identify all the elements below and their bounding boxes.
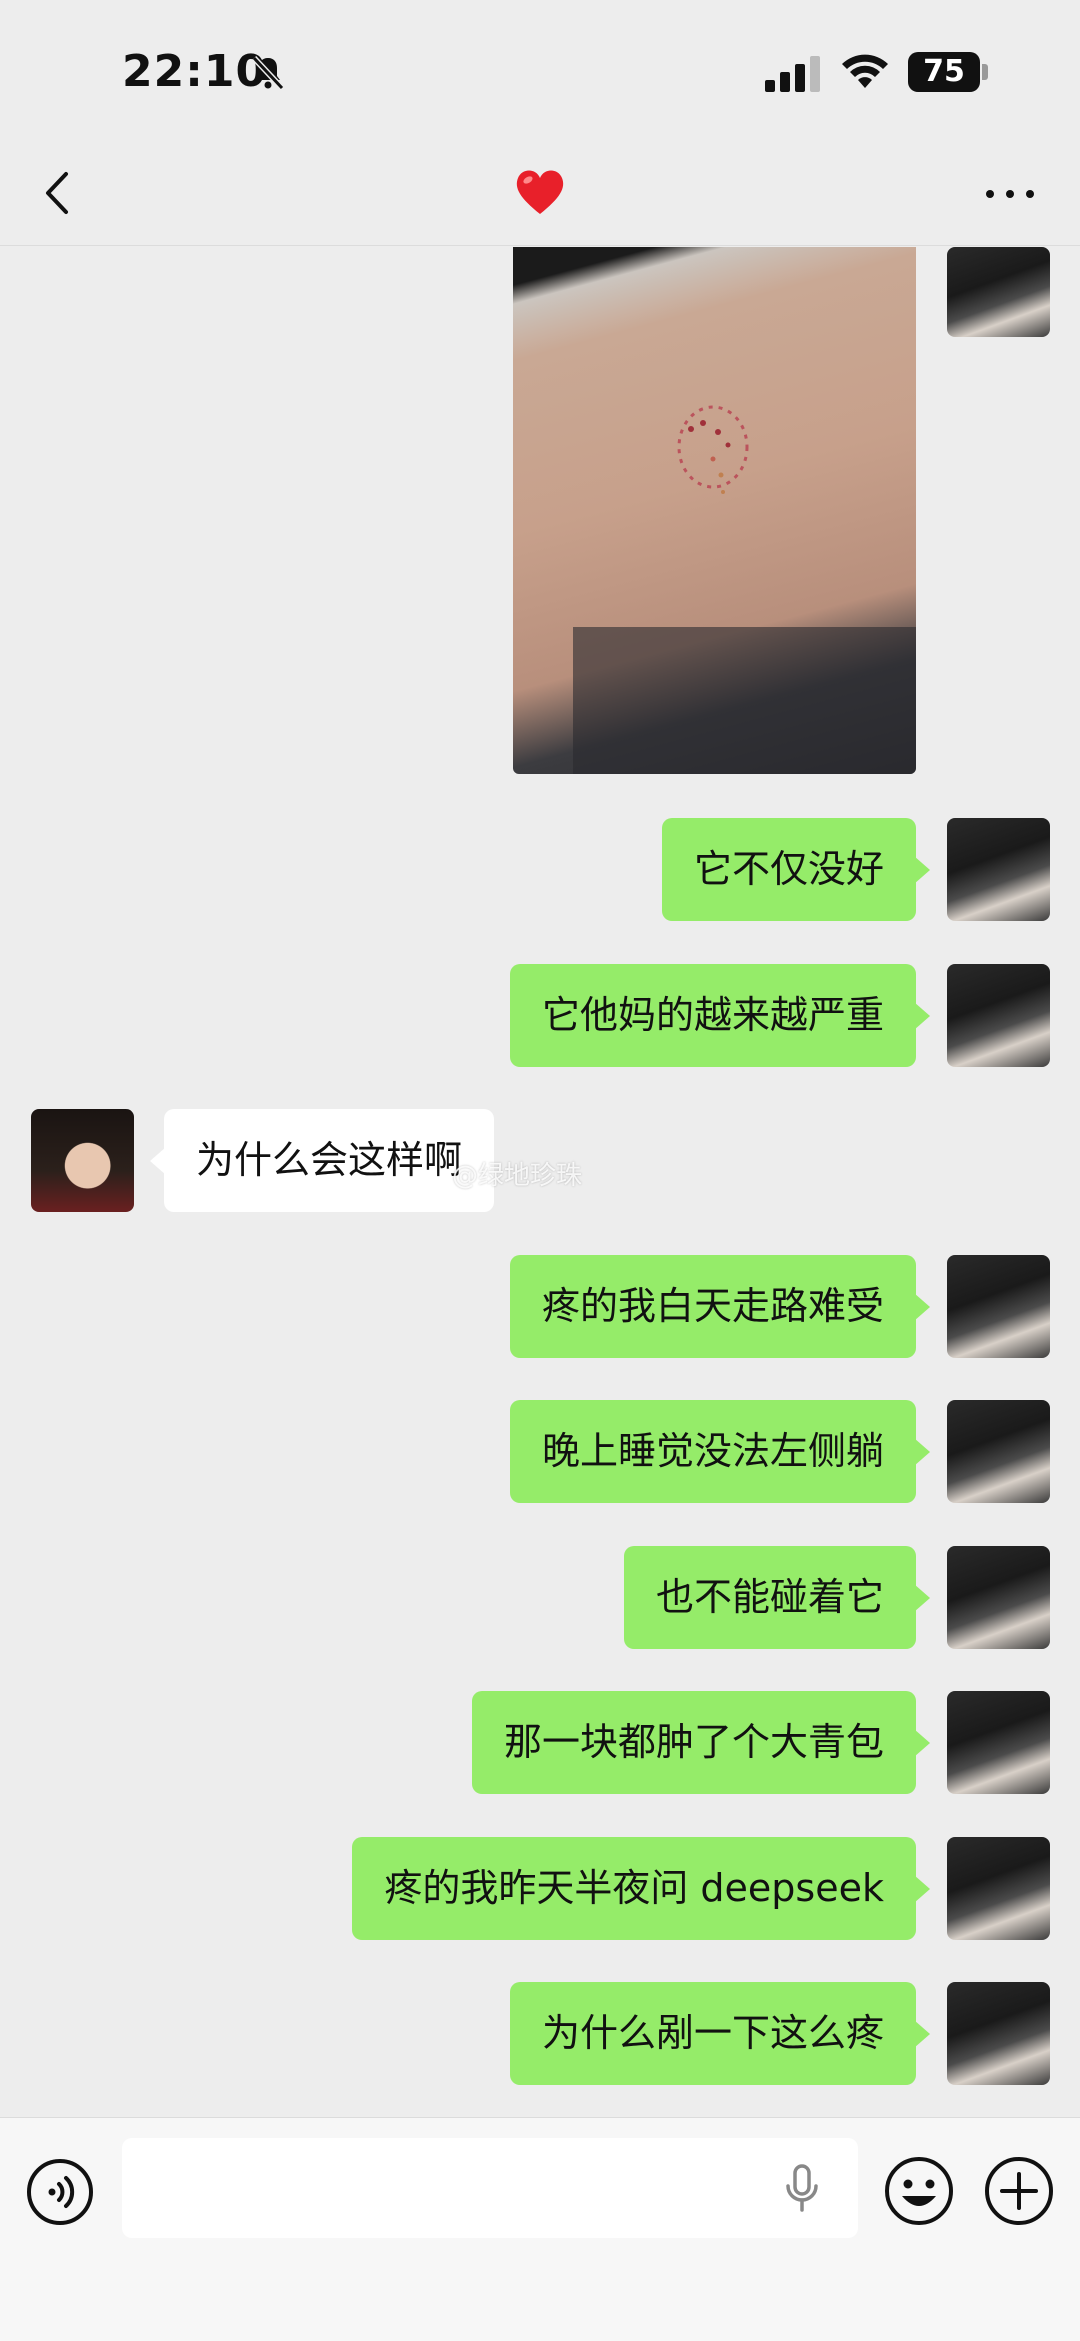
red-heart-icon <box>516 170 564 214</box>
contact-avatar[interactable] <box>31 1109 134 1212</box>
message-input[interactable] <box>122 2138 858 2238</box>
status-time: 22:10 <box>122 46 268 97</box>
battery-cap <box>982 64 988 80</box>
ellipsis-icon[interactable] <box>980 184 1040 204</box>
my-avatar[interactable] <box>947 1982 1050 2085</box>
image-message[interactable] <box>513 247 916 774</box>
plus-icon[interactable] <box>984 2156 1054 2226</box>
sent-message-bubble[interactable]: 也不能碰着它 <box>623 1546 931 1649</box>
my-avatar[interactable] <box>947 1546 1050 1649</box>
sent-message-bubble[interactable]: 疼的我昨天半夜问 deepseek <box>352 1837 930 1940</box>
chat-input-bar <box>0 2117 1080 2341</box>
wifi-icon <box>842 54 888 88</box>
sent-message-bubble[interactable]: 疼的我白天走路难受 <box>509 1255 931 1358</box>
status-bar: 22:10 75 <box>0 0 1080 140</box>
battery-indicator: 75 <box>908 52 980 92</box>
my-avatar[interactable] <box>947 247 1050 337</box>
sent-message-bubble[interactable]: 晚上睡觉没法左侧躺 <box>509 1400 931 1503</box>
voice-mode-icon[interactable] <box>26 2158 94 2226</box>
received-message-bubble[interactable]: 为什么会这样啊 <box>149 1109 495 1212</box>
bell-muted-icon <box>251 55 285 91</box>
chat-nav-bar <box>0 140 1080 246</box>
microphone-icon[interactable] <box>784 2164 820 2214</box>
cellular-signal-icon <box>765 56 820 92</box>
sent-message-bubble[interactable]: 它他妈的越来越严重 <box>509 964 931 1067</box>
sent-message-bubble[interactable]: 那一块都肿了个大青包 <box>471 1691 931 1794</box>
my-avatar[interactable] <box>947 1691 1050 1794</box>
emoji-icon[interactable] <box>884 2156 954 2226</box>
my-avatar[interactable] <box>947 964 1050 1067</box>
my-avatar[interactable] <box>947 1837 1050 1940</box>
sent-message-bubble[interactable]: 为什么剐一下这么疼 <box>509 1982 931 2085</box>
watermark: @绿地珍珠 <box>452 1161 583 1191</box>
wound-photo <box>573 405 916 774</box>
sent-message-bubble[interactable]: 它不仅没好 <box>661 818 931 921</box>
my-avatar[interactable] <box>947 1400 1050 1503</box>
my-avatar[interactable] <box>947 818 1050 921</box>
chevron-left-icon[interactable] <box>38 168 78 218</box>
message-list[interactable]: 它不仅没好 它他妈的越来越严重 为什么会这样啊 @绿地珍珠 疼的我白天走路难受 … <box>0 247 1080 2117</box>
my-avatar[interactable] <box>947 1255 1050 1358</box>
